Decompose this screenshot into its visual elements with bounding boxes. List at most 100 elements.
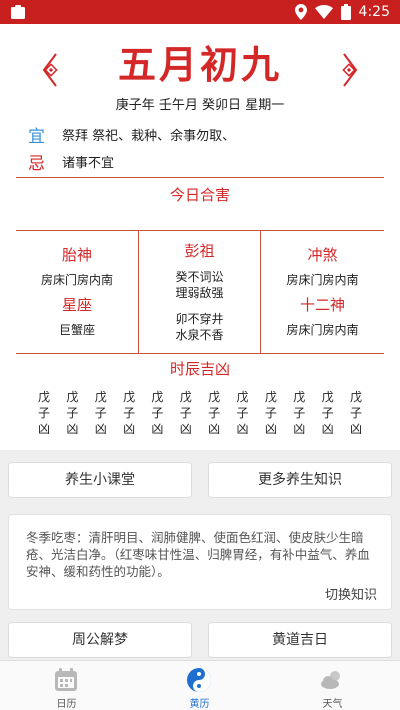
hours-section-title: 时辰吉凶: [169, 360, 230, 378]
chongsha-value: 房床门房内南: [286, 273, 359, 287]
hour-char: 戊: [123, 390, 136, 404]
wifi-icon: [314, 5, 333, 19]
ji-row: 忌 诸事不宜: [28, 149, 388, 174]
status-time: 4:25: [358, 4, 390, 20]
status-bar: 4:25: [0, 0, 400, 24]
hour-char: 凶: [236, 422, 249, 436]
hour-item: 戊子凶: [178, 389, 194, 437]
hour-char: 凶: [37, 422, 50, 436]
hour-char: 戊: [37, 390, 50, 404]
hour-char: 戊: [321, 390, 334, 404]
hour-char: 凶: [179, 422, 192, 436]
tab-label: 日历: [56, 699, 77, 710]
hour-char: 子: [37, 406, 50, 420]
yi-text: 祭拜 祭祀、栽种、余事勿取、: [62, 129, 236, 144]
today-section-title: 今日合害: [169, 186, 230, 204]
yi-row: 宜 祭拜 祭祀、栽种、余事勿取、: [28, 122, 388, 147]
ji-text: 诸事不宜: [62, 156, 115, 171]
shiershen-title: 十二神: [299, 296, 345, 314]
hour-char: 凶: [151, 422, 164, 436]
pengzu-line: 癸不词讼: [175, 270, 224, 284]
ganzhi-date: 庚子年 壬午月 癸卯日 星期一: [115, 98, 285, 113]
hour-char: 凶: [321, 422, 334, 436]
yin-yang-icon: [186, 667, 212, 693]
pengzu-line: 理弱敌强: [175, 286, 224, 300]
xingzuo-value: 巨蟹座: [58, 323, 95, 337]
battery-icon: [340, 4, 351, 20]
hour-item: 戊子凶: [263, 389, 279, 437]
knowledge-text: 冬季吃枣：清肝明目、润肺健脾、使面色红润、使皮肤少生暗疮、光洁白净。（红枣味甘性…: [26, 530, 370, 579]
tab-label: 黄历: [189, 699, 210, 710]
yi-tag: 宜: [28, 127, 45, 147]
hour-item: 戊子凶: [235, 389, 251, 437]
tab-almanac[interactable]: 黄历: [133, 661, 266, 710]
hour-char: 戊: [264, 390, 277, 404]
calendar-icon: [53, 667, 79, 693]
hour-char: 子: [321, 406, 334, 420]
hour-char: 凶: [208, 422, 221, 436]
hour-item: 戊子凶: [291, 389, 307, 437]
hour-item: 戊子凶: [64, 389, 80, 437]
tab-calendar[interactable]: 日历: [0, 661, 133, 710]
weather-icon: [319, 667, 345, 693]
hour-char: 凶: [349, 422, 362, 436]
shiershen-value: 房床门房内南: [286, 323, 359, 337]
hour-char: 子: [179, 406, 192, 420]
hour-char: 戊: [349, 390, 362, 404]
hour-char: 子: [236, 406, 249, 420]
hour-char: 子: [94, 406, 107, 420]
grid-column-left: 胎神 房床门房内南 星座 巨蟹座: [16, 230, 139, 354]
hour-char: 子: [264, 406, 277, 420]
hour-item: 戊子凶: [93, 389, 109, 437]
location-icon: [294, 4, 307, 20]
divider: [16, 177, 384, 178]
pengzu-title: 彭祖: [184, 242, 215, 260]
hour-char: 子: [151, 406, 164, 420]
health-class-button[interactable]: 养生小课堂: [8, 462, 192, 498]
hour-char: 凶: [264, 422, 277, 436]
hour-char: 子: [208, 406, 221, 420]
hour-char: 戊: [293, 390, 306, 404]
hour-item: 戊子凶: [206, 389, 222, 437]
hour-item: 戊子凶: [320, 389, 336, 437]
hour-char: 凶: [123, 422, 136, 436]
hour-char: 戊: [208, 390, 221, 404]
health-knowledge-card: 冬季吃枣：清肝明目、润肺健脾、使面色红润、使皮肤少生暗疮、光洁白净。（红枣味甘性…: [8, 514, 392, 610]
dream-interpretation-button[interactable]: 周公解梦: [8, 622, 192, 658]
hour-item: 戊子凶: [149, 389, 165, 437]
hour-char: 戊: [94, 390, 107, 404]
hour-char: 戊: [236, 390, 249, 404]
taishen-value: 房床门房内南: [40, 273, 113, 287]
hour-item: 戊子凶: [36, 389, 52, 437]
grid-column-middle: 彭祖 癸不词讼 理弱敌强 卯不穿井 水泉不香: [139, 230, 261, 354]
clipboard-icon: [10, 4, 26, 20]
auspicious-days-button[interactable]: 黄道吉日: [208, 622, 392, 658]
hour-fortune-list: 戊子凶戊子凶戊子凶戊子凶戊子凶戊子凶戊子凶戊子凶戊子凶戊子凶戊子凶戊子凶: [16, 389, 384, 437]
hour-char: 凶: [66, 422, 79, 436]
hour-item: 戊子凶: [121, 389, 137, 437]
taishen-title: 胎神: [61, 246, 92, 264]
xingzuo-title: 星座: [61, 296, 92, 314]
tab-label: 天气: [322, 699, 343, 710]
bottom-tab-bar: 日历 黄历 天气: [0, 660, 400, 710]
hour-char: 子: [293, 406, 306, 420]
switch-knowledge-link[interactable]: 切换知识: [325, 584, 377, 603]
hour-char: 凶: [293, 422, 306, 436]
hour-char: 子: [123, 406, 136, 420]
hour-char: 戊: [179, 390, 192, 404]
pengzu-line: 水泉不香: [175, 328, 224, 342]
hour-item: 戊子凶: [348, 389, 364, 437]
hour-char: 戊: [151, 390, 164, 404]
hour-char: 子: [349, 406, 362, 420]
pengzu-line: 卯不穿井: [175, 312, 224, 326]
chongsha-title: 冲煞: [307, 246, 338, 264]
almanac-grid: 胎神 房床门房内南 星座 巨蟹座 彭祖 癸不词讼 理弱敌强 卯不穿井 水泉不香 …: [16, 230, 384, 354]
next-day-arrow-icon[interactable]: [338, 50, 360, 90]
grid-column-right: 冲煞 房床门房内南 十二神 房床门房内南: [261, 230, 384, 354]
almanac-card: 五月初九 庚子年 壬午月 癸卯日 星期一 宜 祭拜 祭祀、栽种、余事勿取、 忌 …: [0, 24, 400, 450]
hour-char: 凶: [94, 422, 107, 436]
tab-weather[interactable]: 天气: [266, 661, 399, 710]
ji-tag: 忌: [28, 154, 45, 174]
more-health-button[interactable]: 更多养生知识: [208, 462, 392, 498]
hour-char: 戊: [66, 390, 79, 404]
